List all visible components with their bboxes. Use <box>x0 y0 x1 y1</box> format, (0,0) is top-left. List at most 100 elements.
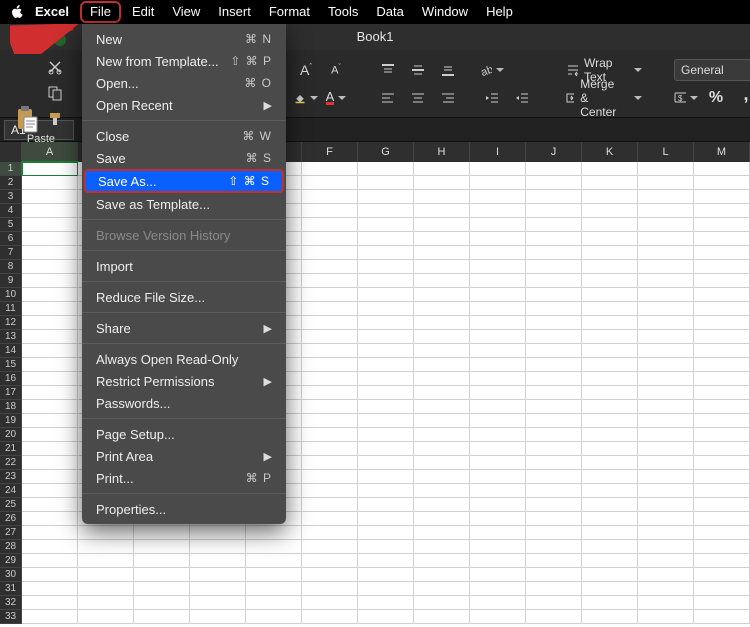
cell[interactable] <box>694 442 750 456</box>
cell[interactable] <box>582 470 638 484</box>
cell[interactable] <box>638 442 694 456</box>
cell[interactable] <box>414 414 470 428</box>
column-header[interactable]: F <box>302 142 358 162</box>
cell[interactable] <box>526 582 582 596</box>
cell[interactable] <box>638 400 694 414</box>
menu-item[interactable]: New from Template...⇧ ⌘ P <box>82 50 286 72</box>
cell[interactable] <box>358 540 414 554</box>
cell[interactable] <box>78 526 134 540</box>
cell[interactable] <box>22 484 78 498</box>
column-header[interactable]: M <box>694 142 750 162</box>
cell[interactable] <box>638 288 694 302</box>
cell[interactable] <box>358 204 414 218</box>
cell[interactable] <box>134 526 190 540</box>
cell[interactable] <box>358 288 414 302</box>
row-header[interactable]: 7 <box>0 246 22 260</box>
cell[interactable] <box>302 582 358 596</box>
cell[interactable] <box>414 526 470 540</box>
cell[interactable] <box>134 554 190 568</box>
cell[interactable] <box>470 428 526 442</box>
cell[interactable] <box>526 596 582 610</box>
row-header[interactable]: 21 <box>0 442 22 456</box>
cell[interactable] <box>22 162 78 176</box>
column-header[interactable]: H <box>414 142 470 162</box>
cell[interactable] <box>470 218 526 232</box>
cell[interactable] <box>470 372 526 386</box>
cell[interactable] <box>78 568 134 582</box>
cell[interactable] <box>526 400 582 414</box>
cell[interactable] <box>302 190 358 204</box>
cell[interactable] <box>358 274 414 288</box>
align-center-button[interactable] <box>406 87 430 109</box>
column-header[interactable]: K <box>582 142 638 162</box>
cell[interactable] <box>470 288 526 302</box>
cell[interactable] <box>694 274 750 288</box>
orientation-button[interactable]: ab <box>480 59 504 81</box>
cell[interactable] <box>694 540 750 554</box>
cell[interactable] <box>582 582 638 596</box>
cell[interactable] <box>22 344 78 358</box>
cell[interactable] <box>414 610 470 624</box>
row-header[interactable]: 11 <box>0 302 22 316</box>
cell[interactable] <box>526 204 582 218</box>
cell[interactable] <box>638 554 694 568</box>
menu-item[interactable]: Properties... <box>82 498 286 520</box>
cell[interactable] <box>302 162 358 176</box>
cell[interactable] <box>414 512 470 526</box>
align-left-button[interactable] <box>376 87 400 109</box>
row-header[interactable]: 25 <box>0 498 22 512</box>
cell[interactable] <box>526 428 582 442</box>
cell[interactable] <box>526 260 582 274</box>
cell[interactable] <box>414 400 470 414</box>
cell[interactable] <box>470 190 526 204</box>
cell[interactable] <box>302 330 358 344</box>
cell[interactable] <box>414 456 470 470</box>
cell[interactable] <box>638 344 694 358</box>
decrease-indent-button[interactable] <box>480 87 504 109</box>
cell[interactable] <box>470 246 526 260</box>
percent-format-button[interactable]: % <box>704 87 728 109</box>
cell[interactable] <box>526 232 582 246</box>
cell[interactable] <box>694 414 750 428</box>
cell[interactable] <box>358 260 414 274</box>
cell[interactable] <box>358 484 414 498</box>
cell[interactable] <box>358 190 414 204</box>
cell[interactable] <box>694 190 750 204</box>
cell[interactable] <box>302 610 358 624</box>
cell[interactable] <box>638 414 694 428</box>
cell[interactable] <box>582 512 638 526</box>
cell[interactable] <box>22 526 78 540</box>
cell[interactable] <box>134 596 190 610</box>
cell[interactable] <box>22 372 78 386</box>
align-bottom-button[interactable] <box>436 59 460 81</box>
cell[interactable] <box>526 414 582 428</box>
format-painter-button[interactable] <box>43 108 67 130</box>
cell[interactable] <box>78 596 134 610</box>
cell[interactable] <box>302 246 358 260</box>
cell[interactable] <box>246 610 302 624</box>
cell[interactable] <box>358 232 414 246</box>
cell[interactable] <box>638 232 694 246</box>
menu-item[interactable]: Passwords... <box>82 392 286 414</box>
cell[interactable] <box>694 302 750 316</box>
decrease-font-button[interactable]: Aˇ <box>324 59 348 81</box>
menu-item[interactable]: Print...⌘ P <box>82 467 286 489</box>
row-header[interactable]: 24 <box>0 484 22 498</box>
cell[interactable] <box>78 554 134 568</box>
cell[interactable] <box>638 470 694 484</box>
cell[interactable] <box>638 190 694 204</box>
cell[interactable] <box>22 330 78 344</box>
column-header[interactable]: L <box>638 142 694 162</box>
cell[interactable] <box>358 498 414 512</box>
cell[interactable] <box>582 190 638 204</box>
column-header[interactable]: A <box>22 142 78 162</box>
cell[interactable] <box>302 316 358 330</box>
cell[interactable] <box>358 456 414 470</box>
cell[interactable] <box>694 428 750 442</box>
column-header[interactable]: G <box>358 142 414 162</box>
cell[interactable] <box>470 470 526 484</box>
cell[interactable] <box>694 372 750 386</box>
row-header[interactable]: 4 <box>0 204 22 218</box>
row-header[interactable]: 26 <box>0 512 22 526</box>
row-header[interactable]: 14 <box>0 344 22 358</box>
